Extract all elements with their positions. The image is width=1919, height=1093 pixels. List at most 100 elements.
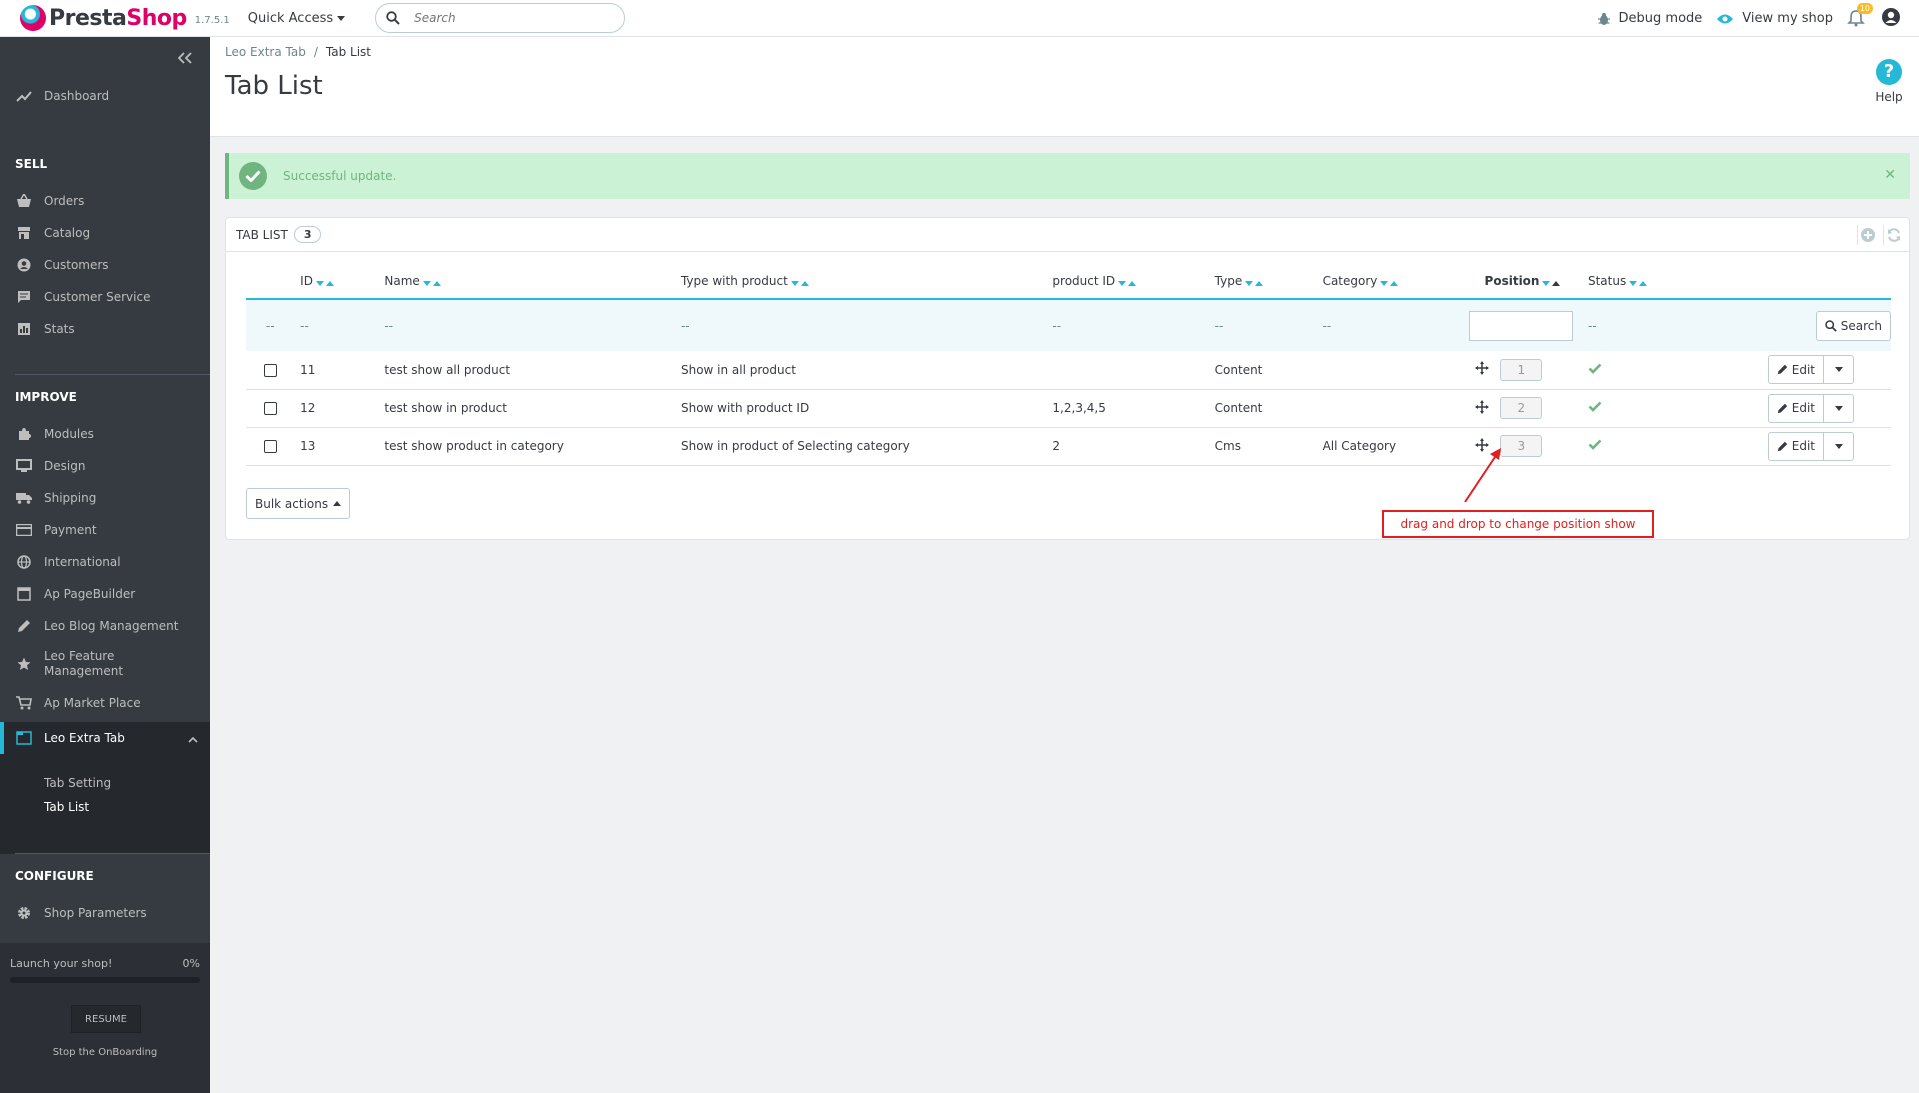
sidebar-item-leo-feature[interactable]: Leo Feature Management [0, 646, 210, 682]
sidebar-divider [15, 374, 210, 375]
stop-onboarding-link[interactable]: Stop the OnBoarding [0, 1047, 210, 1058]
collapse-sidebar-button[interactable] [177, 49, 192, 68]
account-button[interactable] [1881, 7, 1901, 31]
sidebar-item-leo-extra-tab[interactable]: Leo Extra Tab [0, 722, 210, 754]
submenu-item-tab-setting[interactable]: Tab Setting [44, 776, 111, 790]
table-row[interactable]: 13 test show product in category Show in… [246, 427, 1891, 466]
help-label: Help [1875, 90, 1903, 104]
filter-status[interactable]: -- [1587, 299, 1764, 351]
sort-arrows-icon[interactable] [1542, 275, 1561, 289]
check-circle-icon [239, 162, 267, 190]
sort-arrows-icon[interactable] [422, 275, 441, 289]
edit-button[interactable]: Edit [1769, 395, 1823, 422]
search-input[interactable] [414, 11, 605, 25]
header-search[interactable] [375, 3, 626, 33]
filter-id[interactable]: -- [300, 299, 385, 351]
sidebar-item-label: Dashboard [44, 89, 110, 103]
check-icon[interactable] [1588, 439, 1602, 450]
filter-name[interactable]: -- [384, 299, 681, 351]
success-alert: Successful update. ✕ [225, 153, 1910, 199]
drag-move-icon[interactable] [1474, 361, 1489, 378]
sidebar-item-label: Payment [44, 523, 97, 537]
trending-up-icon [16, 88, 32, 104]
cell-name: test show in product [384, 389, 681, 428]
sidebar-item-modules[interactable]: Modules [0, 422, 210, 446]
column-header-category[interactable]: Category [1322, 265, 1485, 300]
quick-access-dropdown[interactable]: Quick Access [248, 11, 346, 26]
column-header-status[interactable]: Status [1587, 265, 1764, 300]
prestashop-logo[interactable]: PrestaShop 1.7.5.1 [20, 5, 230, 31]
sort-arrows-icon[interactable] [1118, 275, 1137, 289]
sidebar-item-payment[interactable]: Payment [0, 518, 210, 542]
sort-arrows-icon[interactable] [1380, 275, 1399, 289]
edit-button[interactable]: Edit [1769, 356, 1823, 383]
edit-button[interactable]: Edit [1769, 433, 1823, 460]
column-header-position[interactable]: Position [1484, 265, 1588, 300]
cell-id: 12 [300, 389, 385, 428]
edit-button-group: Edit [1767, 355, 1855, 385]
cell-product-id: 1,2,3,4,5 [1052, 389, 1215, 428]
sidebar-item-shop-parameters[interactable]: Shop Parameters [0, 901, 210, 925]
filter-type-with-product[interactable]: -- [680, 299, 1053, 351]
row-checkbox[interactable] [264, 363, 277, 377]
sidebar-item-dashboard[interactable]: Dashboard [0, 84, 210, 108]
double-chevron-left-icon [177, 52, 192, 64]
panel-title: TAB LIST [236, 227, 288, 242]
filter-type[interactable]: -- [1214, 299, 1323, 351]
sidebar-item-international[interactable]: International [0, 550, 210, 574]
refresh-button[interactable] [1883, 225, 1903, 245]
debug-mode-link[interactable]: Debug mode [1597, 11, 1702, 26]
check-icon[interactable] [1588, 363, 1602, 374]
chevron-down-icon[interactable] [1823, 394, 1853, 422]
column-header-type[interactable]: Type [1214, 265, 1323, 300]
column-header-product-id[interactable]: product ID [1052, 265, 1215, 300]
sort-arrows-icon[interactable] [1629, 275, 1648, 289]
annotation-callout: drag and drop to change position show [1382, 510, 1654, 538]
breadcrumb-parent[interactable]: Leo Extra Tab [225, 45, 306, 59]
sidebar-item-stats[interactable]: Stats [0, 317, 210, 341]
view-my-shop-link[interactable]: View my shop [1716, 11, 1833, 26]
help-button[interactable]: ? Help [1869, 59, 1909, 104]
filter-product-id[interactable]: -- [1052, 299, 1215, 351]
sidebar-item-shipping[interactable]: Shipping [0, 486, 210, 510]
chevron-down-icon[interactable] [1823, 432, 1853, 460]
sort-arrows-icon[interactable] [1245, 275, 1264, 289]
row-checkbox[interactable] [264, 440, 277, 453]
notification-count-badge: 10 [1856, 2, 1873, 14]
table-row[interactable]: 12 test show in product Show with produc… [246, 389, 1891, 428]
close-icon[interactable]: ✕ [1884, 167, 1896, 183]
row-checkbox[interactable] [264, 402, 277, 415]
cart-icon [16, 695, 32, 711]
sidebar-item-customer-service[interactable]: Customer Service [0, 285, 210, 309]
filter-position-input[interactable] [1468, 310, 1573, 341]
search-button[interactable]: Search [1815, 310, 1891, 341]
column-header-id[interactable]: ID [300, 265, 385, 300]
drag-move-icon[interactable] [1474, 399, 1489, 417]
add-new-button[interactable] [1857, 225, 1877, 245]
sidebar-item-design[interactable]: Design [0, 454, 210, 478]
notifications-button[interactable]: 10 [1847, 2, 1873, 29]
sidebar-item-customers[interactable]: Customers [0, 253, 210, 277]
sidebar-item-catalog[interactable]: Catalog [0, 221, 210, 245]
column-header-type-with-product[interactable]: Type with product [680, 265, 1053, 300]
account-circle-icon [16, 257, 32, 273]
sidebar-item-leo-blog[interactable]: Leo Blog Management [0, 614, 210, 638]
sort-arrows-icon[interactable] [315, 275, 334, 289]
column-header-name[interactable]: Name [384, 265, 681, 300]
shopping-basket-icon [16, 193, 32, 209]
resume-button[interactable]: RESUME [71, 1005, 141, 1033]
sort-arrows-icon[interactable] [790, 275, 809, 289]
bulk-actions-button[interactable]: Bulk actions [246, 488, 351, 519]
chevron-down-icon[interactable] [1823, 356, 1853, 384]
globe-icon [16, 554, 32, 570]
sidebar-item-label: Customers [44, 258, 109, 272]
sidebar-item-orders[interactable]: Orders [0, 189, 210, 213]
check-icon[interactable] [1588, 401, 1602, 412]
table-row[interactable]: 11 test show all product Show in all pro… [246, 351, 1891, 390]
sidebar-item-label: Catalog [44, 226, 91, 240]
filter-category[interactable]: -- [1322, 299, 1485, 351]
credit-card-icon [16, 522, 32, 538]
sidebar-item-ap-pagebuilder[interactable]: Ap PageBuilder [0, 582, 210, 606]
submenu-item-tab-list[interactable]: Tab List [44, 800, 89, 814]
sidebar-item-ap-market-place[interactable]: Ap Market Place [0, 691, 210, 715]
